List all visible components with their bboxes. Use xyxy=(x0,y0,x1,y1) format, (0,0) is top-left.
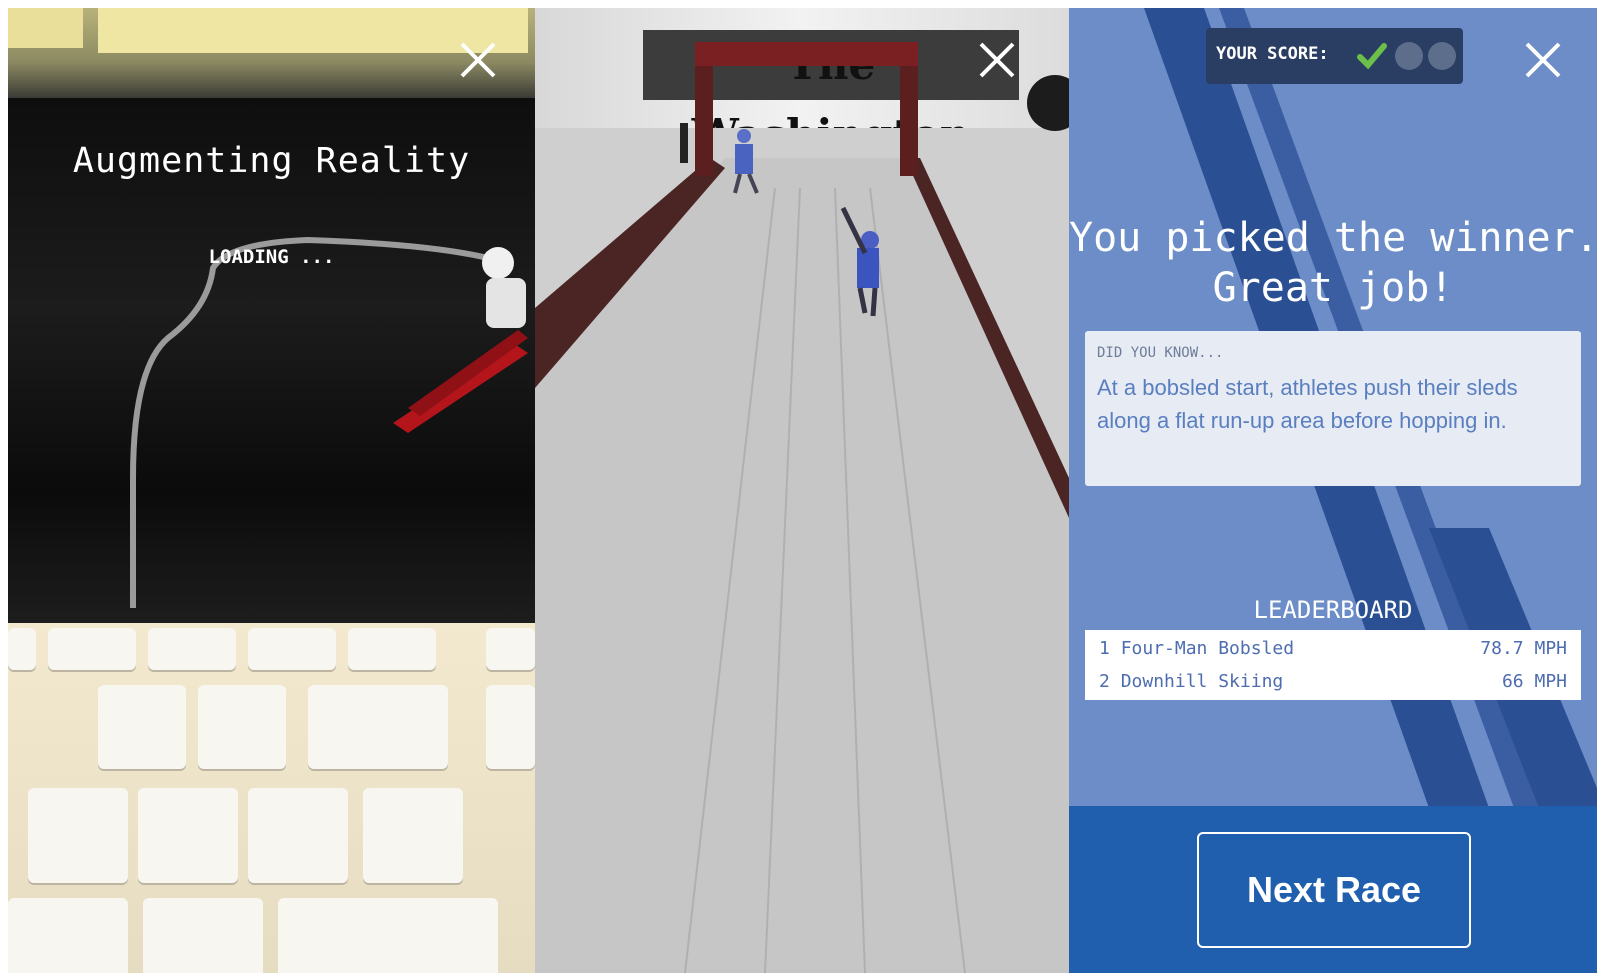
bottom-action-bar: Next Race xyxy=(1069,806,1597,973)
leaderboard-event: Downhill Skiing xyxy=(1120,671,1284,692)
close-icon xyxy=(979,42,1015,78)
ar-race-panel: The Washington Post xyxy=(535,8,1069,973)
leaderboard-rank: 1 xyxy=(1099,638,1110,659)
leaderboard-title: LEADERBOARD xyxy=(1253,596,1413,624)
result-panel: YOUR SCORE: You picked the winner. Great… xyxy=(1069,8,1597,973)
score-empty-dot xyxy=(1428,42,1456,70)
leaderboard-speed: 78.7 MPH xyxy=(1480,638,1567,659)
did-you-know-label: DID YOU KNOW... xyxy=(1097,345,1224,361)
close-icon xyxy=(1525,42,1561,78)
leaderboard-table: 1 Four-Man Bobsled 78.7 MPH 2 Downhill S… xyxy=(1085,630,1581,700)
race-track-scene xyxy=(535,42,1069,973)
headline-line-2: Great job! xyxy=(1212,265,1454,311)
did-you-know-text: At a bobsled start, athletes push their … xyxy=(1097,375,1518,433)
headline-line-1: You picked the winner. xyxy=(1069,215,1597,261)
leaderboard-row: 1 Four-Man Bobsled 78.7 MPH xyxy=(1099,634,1567,664)
close-button[interactable] xyxy=(456,38,500,82)
score-empty-dot xyxy=(1395,42,1423,70)
ar-title: Augmenting Reality xyxy=(72,141,471,181)
score-label: YOUR SCORE: xyxy=(1216,44,1329,64)
check-icon xyxy=(1357,43,1387,70)
next-race-button[interactable]: Next Race xyxy=(1197,832,1471,948)
result-headline: You picked the winner. Great job! xyxy=(1069,213,1597,313)
leaderboard-rank: 2 xyxy=(1099,671,1110,692)
close-icon xyxy=(460,42,496,78)
leaderboard-event: Four-Man Bobsled xyxy=(1120,638,1295,659)
leaderboard-speed: 66 MPH xyxy=(1501,671,1567,692)
did-you-know-card: DID YOU KNOW... At a bobsled start, athl… xyxy=(1085,331,1581,486)
score-panel: YOUR SCORE: xyxy=(1206,28,1463,84)
leaderboard-row: 2 Downhill Skiing 66 MPH xyxy=(1099,667,1567,697)
ar-loading-panel: Augmenting Reality LOADING ... xyxy=(8,8,535,973)
close-button[interactable] xyxy=(1521,38,1565,82)
close-button[interactable] xyxy=(975,38,1019,82)
loading-text: LOADING ... xyxy=(208,246,335,268)
keyboard xyxy=(8,623,535,973)
